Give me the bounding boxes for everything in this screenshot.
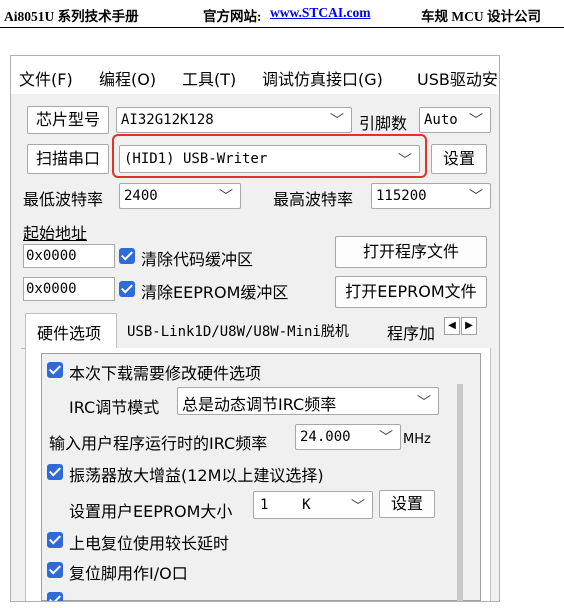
- port-value: (HID1) USB-Writer: [124, 151, 268, 167]
- scan-port-label: 扫描串口: [35, 149, 100, 168]
- long-reset-delay-label: 上电复位使用较长延时: [69, 534, 230, 553]
- eeprom-start-address-input[interactable]: 0x0000: [23, 277, 115, 301]
- chevron-down-icon: ﹀: [469, 113, 483, 129]
- chip-model-label: 芯片型号: [35, 110, 100, 129]
- chevron-down-icon: ﹀: [330, 113, 344, 129]
- chip-model-button[interactable]: 芯片型号: [27, 106, 109, 134]
- open-eeprom-file-button[interactable]: 打开EEPROM文件: [335, 276, 487, 308]
- port-settings-label: 设置: [442, 149, 475, 168]
- tab-scroll-left-icon[interactable]: ◀: [444, 317, 460, 335]
- clear-code-buffer-checkbox[interactable]: [119, 248, 135, 264]
- clear-code-buffer-label: 清除代码缓冲区: [141, 250, 254, 269]
- menu-tools[interactable]: 工具(T): [182, 66, 236, 90]
- start-address-label: 起始地址: [23, 224, 88, 243]
- clear-eeprom-buffer-label: 清除EEPROM缓冲区: [141, 283, 289, 302]
- chevron-down-icon: ﹀: [417, 395, 431, 411]
- chevron-down-icon: ﹀: [379, 430, 393, 446]
- eeprom-size-label: 设置用户EEPROM大小: [69, 502, 233, 521]
- partial-option-checkbox[interactable]: [47, 592, 63, 601]
- menu-usb-driver[interactable]: USB驱动安: [417, 66, 498, 90]
- chip-model-value: AI32G12K128: [121, 112, 214, 128]
- open-program-file-label: 打开程序文件: [362, 242, 459, 261]
- open-eeprom-file-label: 打开EEPROM文件: [345, 282, 477, 301]
- pin-count-label: 引脚数: [359, 114, 408, 133]
- document-header: Ai8051U 系列技术手册 官方网站: www.STCAI.com 车规 MC…: [0, 0, 564, 28]
- code-start-address-input[interactable]: 0x0000: [23, 244, 115, 268]
- pin-count-select[interactable]: Auto ﹀: [419, 107, 491, 133]
- isp-window: 文件(F) 编程(O) 工具(T) 调试仿真接口(G) USB驱动安 芯片型号 …: [10, 55, 500, 602]
- reset-pin-io-checkbox[interactable]: [47, 562, 63, 578]
- site-link[interactable]: www.STCAI.com: [270, 5, 371, 21]
- chevron-down-icon: ﹀: [219, 189, 233, 205]
- irc-mode-value: 总是动态调节IRC频率: [182, 395, 337, 414]
- menu-file[interactable]: 文件(F): [19, 66, 73, 90]
- header-divider: [0, 27, 564, 28]
- eeprom-size-settings-button[interactable]: 设置: [379, 490, 435, 518]
- doc-series-title: Ai8051U 系列技术手册: [4, 9, 139, 24]
- menu-bar: 文件(F) 编程(O) 工具(T) 调试仿真接口(G) USB驱动安: [11, 56, 499, 94]
- irc-frequency-unit: MHz: [403, 432, 431, 447]
- max-baud-label: 最高波特率: [273, 190, 354, 209]
- company-tagline: 车规 MCU 设计公司: [421, 9, 541, 24]
- clear-eeprom-buffer-checkbox[interactable]: [119, 281, 135, 297]
- modify-hw-options-label: 本次下载需要修改硬件选项: [69, 364, 262, 383]
- min-baud-value: 2400: [124, 188, 158, 204]
- modify-hw-options-checkbox[interactable]: [47, 362, 63, 378]
- eeprom-size-value: 1 K: [260, 497, 311, 513]
- options-scrollbar[interactable]: [457, 384, 463, 601]
- chevron-down-icon: ﹀: [398, 153, 412, 169]
- chevron-down-icon: ﹀: [351, 499, 365, 515]
- menu-debug-interface[interactable]: 调试仿真接口(G): [262, 66, 383, 90]
- tab-hardware-options-label: 硬件选项: [37, 324, 102, 343]
- long-reset-delay-checkbox[interactable]: [47, 532, 63, 548]
- port-settings-button[interactable]: 设置: [431, 144, 487, 174]
- irc-mode-label: IRC调节模式: [69, 398, 160, 417]
- eeprom-size-settings-label: 设置: [390, 494, 423, 513]
- menu-program[interactable]: 编程(O): [99, 66, 156, 90]
- chip-model-select[interactable]: AI32G12K128 ﹀: [116, 107, 352, 133]
- open-program-file-button[interactable]: 打开程序文件: [335, 236, 487, 268]
- port-select[interactable]: (HID1) USB-Writer ﹀: [119, 145, 420, 173]
- osc-gain-checkbox[interactable]: [47, 464, 63, 480]
- irc-frequency-select[interactable]: 24.000 ﹀: [295, 424, 401, 450]
- tab-program-encrypt[interactable]: 程序加: [387, 320, 435, 344]
- reset-pin-io-label: 复位脚用作I/O口: [69, 564, 188, 583]
- scan-port-button[interactable]: 扫描串口: [27, 144, 109, 174]
- eeprom-start-address-value: 0x0000: [26, 281, 77, 297]
- irc-frequency-value: 24.000: [300, 429, 351, 445]
- tab-usb-link-offline[interactable]: USB-Link1D/U8W/U8W-Mini脱机: [127, 321, 349, 341]
- tab-scroll-right-icon[interactable]: ▶: [461, 317, 477, 335]
- max-baud-select[interactable]: 115200 ﹀: [371, 183, 491, 209]
- min-baud-label: 最低波特率: [23, 190, 104, 209]
- irc-frequency-label: 输入用户程序运行时的IRC频率: [49, 434, 268, 453]
- code-start-address-value: 0x0000: [26, 248, 77, 264]
- irc-mode-select[interactable]: 总是动态调节IRC频率 ﹀: [177, 387, 439, 415]
- min-baud-select[interactable]: 2400 ﹀: [119, 183, 241, 209]
- osc-gain-label: 振荡器放大增益(12M以上建议选择): [69, 466, 324, 485]
- pin-count-value: Auto: [424, 112, 458, 128]
- eeprom-size-select[interactable]: 1 K ﹀: [253, 491, 373, 519]
- site-label: 官方网站:: [203, 9, 262, 24]
- chevron-down-icon: ﹀: [469, 189, 483, 205]
- max-baud-value: 115200: [376, 188, 427, 204]
